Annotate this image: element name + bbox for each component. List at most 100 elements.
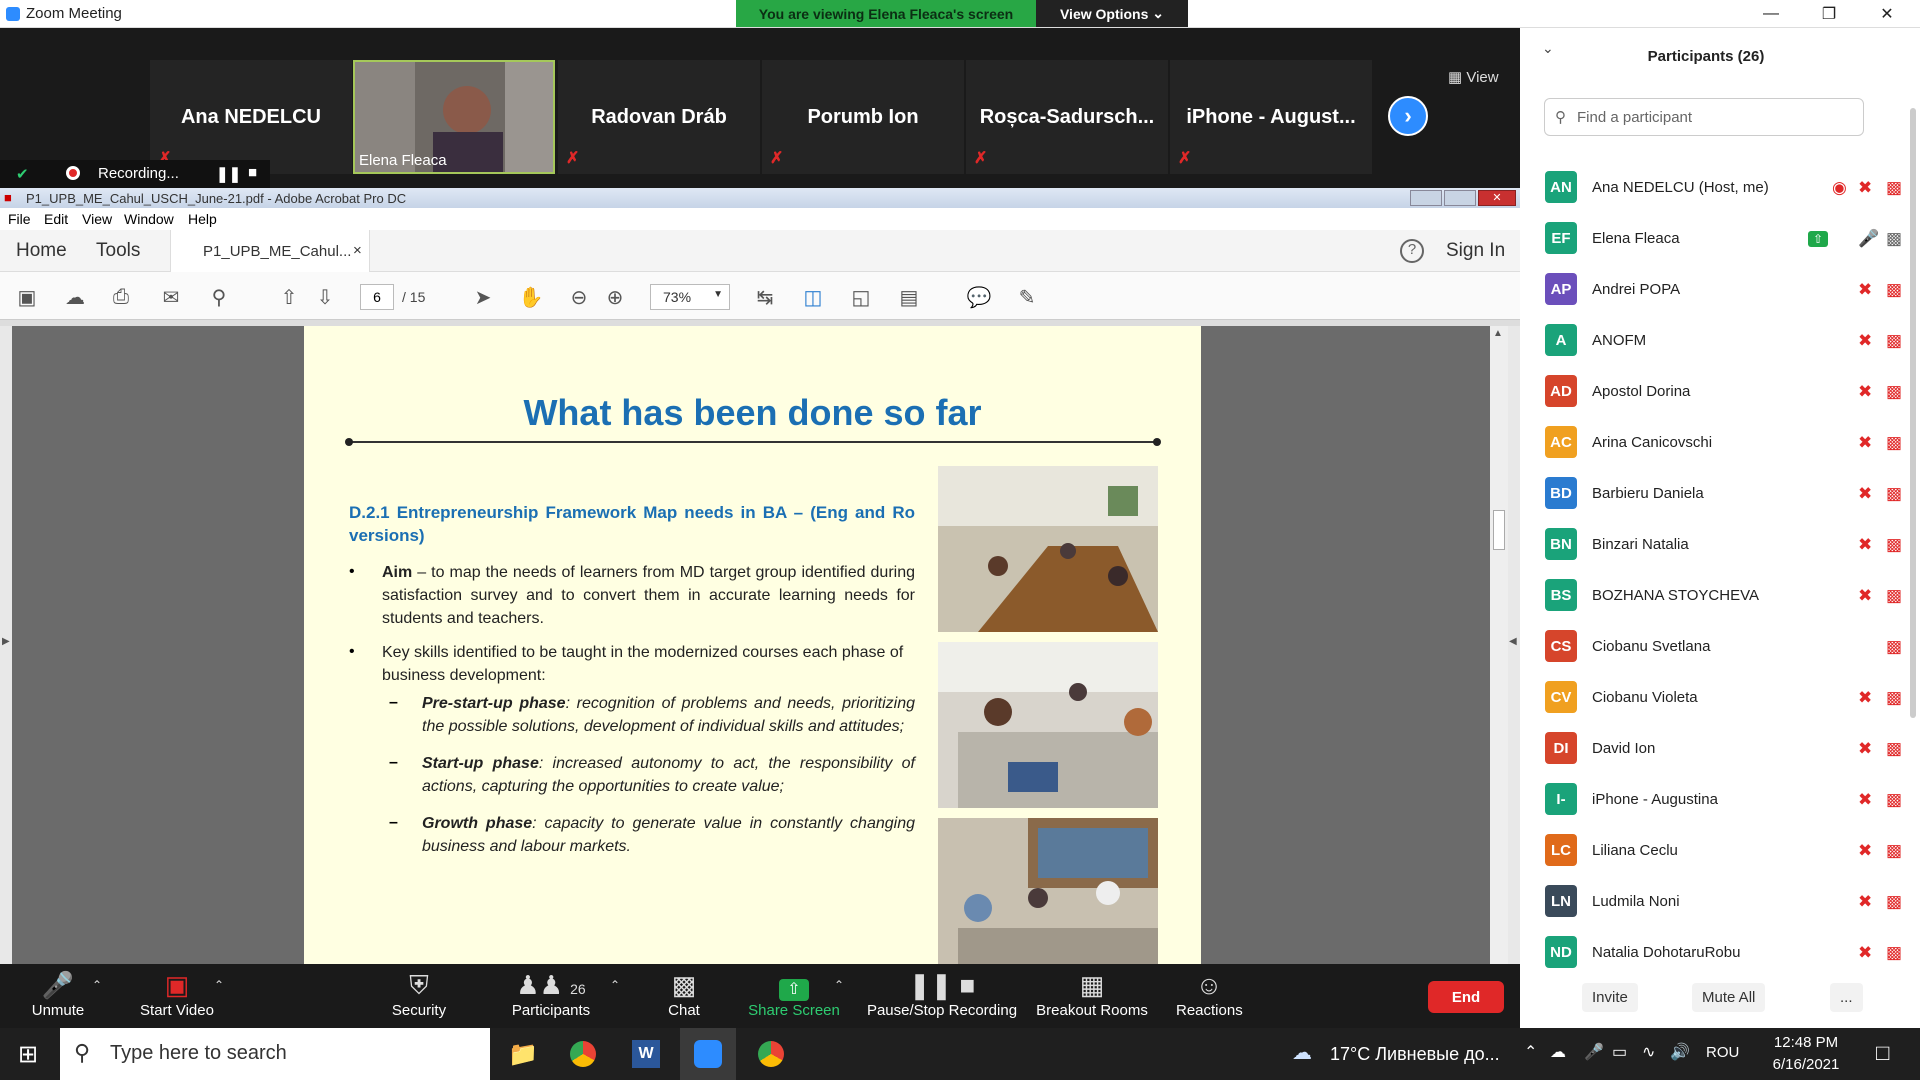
menu-view[interactable]: View (82, 211, 112, 227)
panel-scrollbar[interactable] (1910, 108, 1916, 718)
start-video-button[interactable]: ▣ Start Video (132, 970, 222, 1019)
muted-mic-icon[interactable]: ✖ (1858, 943, 1872, 963)
email-icon[interactable]: ✉ (158, 284, 184, 310)
video-off-icon[interactable]: ▩ (1886, 841, 1902, 861)
chevron-up-icon[interactable]: ⌃ (834, 978, 844, 992)
participant-row[interactable]: AN Ana NEDELCU (Host, me) ✖ ▩ ◉ (1520, 164, 1920, 215)
participant-row[interactable]: EF Elena Fleaca 🎤 ▩ ⇧ (1520, 215, 1920, 266)
participant-row[interactable]: ND Natalia DohotaruRobu ✖ ▩ (1520, 929, 1920, 980)
view-button[interactable]: ▦ View (1448, 68, 1499, 86)
participant-row[interactable]: CS Ciobanu Svetlana ▩ (1520, 623, 1920, 674)
thumbnail-tile[interactable]: Roșca-Sadursch... ✗ (966, 60, 1168, 174)
comment-icon[interactable]: 💬 (966, 284, 992, 310)
video-off-icon[interactable]: ▩ (1886, 688, 1902, 708)
security-button[interactable]: ⛨ Security (386, 970, 452, 1019)
maximize-button[interactable]: ❐ (1800, 0, 1858, 28)
video-off-icon[interactable]: ▩ (1886, 331, 1902, 351)
menu-window[interactable]: Window (124, 211, 174, 227)
muted-mic-icon[interactable]: ✖ (1858, 739, 1872, 759)
microphone-icon[interactable]: 🎤 (1584, 1042, 1604, 1062)
read-mode-icon[interactable]: ▤ (896, 284, 922, 310)
acrobat-close-button[interactable]: ✕ (1478, 190, 1516, 206)
word-icon[interactable]: W (632, 1040, 660, 1068)
participant-row[interactable]: DI David Ion ✖ ▩ (1520, 725, 1920, 776)
select-cursor-icon[interactable]: ➤ (470, 284, 496, 310)
fit-width-icon[interactable]: ↹ (752, 284, 778, 310)
muted-mic-icon[interactable]: ✖ (1858, 790, 1872, 810)
chrome-icon[interactable] (758, 1041, 784, 1067)
upload-cloud-icon[interactable]: ☁ (62, 284, 88, 310)
onedrive-cloud-icon[interactable]: ☁ (1550, 1042, 1566, 1062)
video-camera-icon[interactable]: ▩ (1886, 229, 1902, 249)
muted-mic-icon[interactable]: ✖ (1858, 178, 1872, 198)
breakout-rooms-button[interactable]: ▦ Breakout Rooms (1036, 970, 1148, 1019)
video-off-icon[interactable]: ▩ (1886, 943, 1902, 963)
participant-row[interactable]: BN Binzari Natalia ✖ ▩ (1520, 521, 1920, 572)
participant-row[interactable]: AC Arina Canicovschi ✖ ▩ (1520, 419, 1920, 470)
pen-icon[interactable]: ✎ (1014, 284, 1040, 310)
participant-row[interactable]: BS BOZHANA STOYCHEVA ✖ ▩ (1520, 572, 1920, 623)
video-off-icon[interactable]: ▩ (1886, 382, 1902, 402)
sign-in-link[interactable]: Sign In (1446, 240, 1505, 262)
close-button[interactable]: ✕ (1858, 0, 1916, 28)
menu-file[interactable]: File (8, 211, 31, 227)
unmute-button[interactable]: 🎤 Unmute (26, 970, 90, 1019)
muted-mic-icon[interactable]: ✖ (1858, 841, 1872, 861)
zoom-out-icon[interactable]: ⊖ (566, 284, 592, 310)
file-explorer-icon[interactable]: 📁 (508, 1040, 538, 1069)
zoom-taskbar-icon[interactable] (680, 1028, 736, 1080)
battery-icon[interactable]: ▭ (1612, 1042, 1627, 1062)
participant-row[interactable]: BD Barbieru Daniela ✖ ▩ (1520, 470, 1920, 521)
muted-mic-icon[interactable]: ✖ (1858, 892, 1872, 912)
video-off-icon[interactable]: ▩ (1886, 586, 1902, 606)
right-panel-toggle[interactable]: ◀ (1508, 326, 1520, 964)
menu-help[interactable]: Help (188, 211, 217, 227)
video-off-icon[interactable]: ▩ (1886, 739, 1902, 759)
page-down-icon[interactable]: ⇩ (312, 284, 338, 310)
participant-row[interactable]: AP Andrei POPA ✖ ▩ (1520, 266, 1920, 317)
pause-stop-recording-button[interactable]: ❚❚ ■ Pause/Stop Recording (866, 970, 1018, 1019)
participant-search-input[interactable]: ⚲ Find a participant (1544, 98, 1864, 136)
acrobat-minimize-button[interactable] (1410, 190, 1442, 206)
zoom-in-icon[interactable]: ⊕ (602, 284, 628, 310)
participant-row[interactable]: LN Ludmila Noni ✖ ▩ (1520, 878, 1920, 929)
thumbnail-tile[interactable]: Porumb Ion ✗ (762, 60, 964, 174)
page-up-icon[interactable]: ⇧ (276, 284, 302, 310)
weather-text[interactable]: 17°C Ливневые до... (1330, 1044, 1500, 1065)
share-screen-button[interactable]: ⇧ Share Screen (746, 970, 842, 1019)
scroll-thumb[interactable] (1493, 510, 1505, 550)
video-off-icon[interactable]: ▩ (1886, 178, 1902, 198)
save-icon[interactable]: ▣ (14, 284, 40, 310)
scroll-up-icon[interactable]: ▲ (1493, 328, 1503, 339)
tab-home[interactable]: Home (16, 240, 67, 262)
close-tab-icon[interactable]: × (353, 242, 362, 259)
thumbnail-tile-video[interactable]: Elena Fleaca (353, 60, 555, 174)
menu-edit[interactable]: Edit (44, 211, 68, 227)
pause-recording-icon[interactable]: ❚❚ (216, 165, 241, 183)
next-page-arrow-icon[interactable]: › (1388, 96, 1428, 136)
tab-document[interactable]: P1_UPB_ME_Cahul... × (170, 230, 370, 272)
print-icon[interactable]: ⎙ (108, 284, 134, 310)
left-panel-toggle[interactable]: ▶ (0, 326, 12, 964)
input-language[interactable]: ROU (1706, 1044, 1739, 1061)
taskbar-search[interactable]: ⚲ Type here to search (60, 1028, 490, 1080)
volume-icon[interactable]: 🔊 (1670, 1042, 1690, 1062)
view-options-button[interactable]: View Options ⌄ (1036, 0, 1188, 27)
video-off-icon[interactable]: ▩ (1886, 433, 1902, 453)
page-number-input[interactable]: 6 (360, 284, 394, 310)
document-scrollbar[interactable]: ▲ (1490, 326, 1508, 964)
mute-all-button[interactable]: Mute All (1692, 983, 1766, 1012)
more-options-button[interactable]: ... (1830, 983, 1863, 1012)
chrome-icon[interactable] (570, 1041, 596, 1067)
chat-button[interactable]: ▩ Chat (664, 970, 704, 1019)
muted-mic-icon[interactable]: ✖ (1858, 280, 1872, 300)
chevron-up-icon[interactable]: ⌃ (214, 978, 224, 992)
video-off-icon[interactable]: ▩ (1886, 535, 1902, 555)
muted-mic-icon[interactable]: ✖ (1858, 688, 1872, 708)
thumbnail-tile[interactable]: Radovan Dráb ✗ (558, 60, 760, 174)
wifi-icon[interactable]: ∿ (1642, 1042, 1655, 1062)
fit-page-icon[interactable]: ◫ (800, 284, 826, 310)
acrobat-restore-button[interactable] (1444, 190, 1476, 206)
chevron-up-icon[interactable]: ⌃ (610, 978, 620, 992)
hand-tool-icon[interactable]: ✋ (518, 284, 544, 310)
